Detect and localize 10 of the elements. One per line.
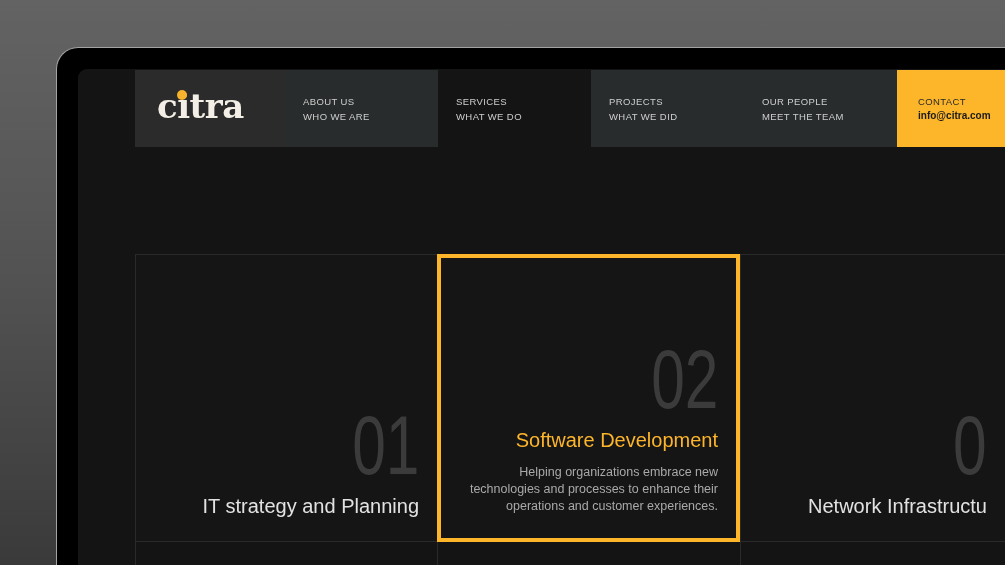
nav-link[interactable]: ABOUT US WHO WE ARE [285,70,438,147]
contact-label: CONTACT [918,94,966,109]
card-description: Helping organizations embrace new technologies and processes to enhance their operations and customer experiences. [468,464,718,515]
nav-link[interactable]: PROJECTS WHAT WE DID [591,70,744,147]
card-title: Software Development [515,428,718,452]
card-title: Network Infrastructu [808,494,987,518]
card-title: IT strategy and Planning [202,494,419,518]
nav-link[interactable]: OUR PEOPLE MEET THE TEAM [744,70,897,147]
logo-wordmark[interactable]: citra [157,88,244,123]
email-link[interactable]: info@citra.com [918,108,991,123]
